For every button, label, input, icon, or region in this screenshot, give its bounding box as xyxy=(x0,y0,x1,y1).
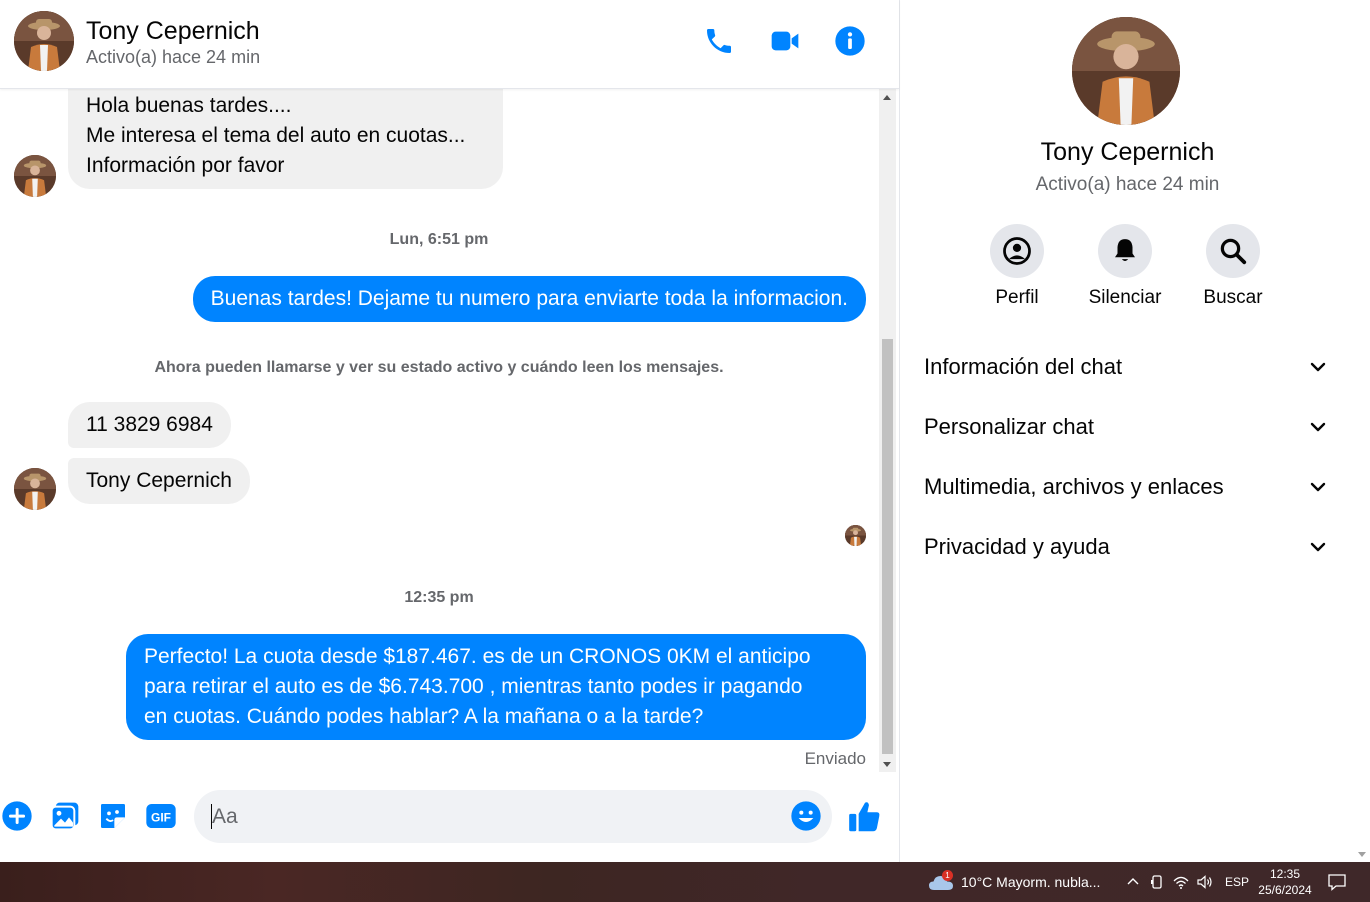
attach-image-button[interactable] xyxy=(48,799,82,833)
section-label: Privacidad y ayuda xyxy=(924,534,1110,559)
weather-widget[interactable]: 10°C Mayorm. nubla... xyxy=(961,874,1100,890)
clock-time: 12:35 xyxy=(1269,867,1301,881)
sender-avatar[interactable] xyxy=(14,468,56,510)
message-line: Hola buenas tardes.... xyxy=(86,94,292,117)
send-like-button[interactable] xyxy=(846,798,884,836)
device-icon[interactable] xyxy=(1148,873,1166,891)
message-timestamp: Lun, 6:51 pm xyxy=(389,231,489,248)
incoming-message[interactable]: 11 3829 6984 xyxy=(68,402,231,448)
section-label: Información del chat xyxy=(924,354,1123,379)
plus-icon xyxy=(2,801,32,831)
messenger-app: Tony Cepernich Activo(a) hace 24 min Hol… xyxy=(0,0,1370,862)
profile-action-label: Perfil xyxy=(995,287,1039,308)
emoji-icon xyxy=(791,801,821,831)
contact-profile-avatar[interactable] xyxy=(1072,17,1180,125)
message-input-wrapper[interactable] xyxy=(194,790,832,843)
section-label: Multimedia, archivos y enlaces xyxy=(924,474,1224,499)
wifi-icon[interactable] xyxy=(1172,873,1190,891)
section-chat-info[interactable]: Información del chat xyxy=(910,341,1342,393)
image-icon xyxy=(50,802,79,831)
emoji-button[interactable] xyxy=(790,800,822,832)
search-action[interactable]: Buscar xyxy=(1183,224,1283,309)
search-icon xyxy=(1220,238,1247,265)
info-scrollbar[interactable] xyxy=(1353,0,1370,862)
chevron-up-icon[interactable] xyxy=(1124,873,1142,891)
incoming-message[interactable]: Hola buenas tardes.... Me interesa el te… xyxy=(68,89,503,189)
incoming-message[interactable]: Tony Cepernich xyxy=(68,458,250,504)
mute-action[interactable]: Silenciar xyxy=(1075,224,1175,309)
input-language[interactable]: ESP xyxy=(1225,875,1249,889)
conversation-info-button[interactable] xyxy=(831,22,869,60)
call-button[interactable] xyxy=(700,22,738,60)
chevron-down-icon xyxy=(1310,362,1326,372)
outgoing-message[interactable]: Buenas tardes! Dejame tu numero para env… xyxy=(192,276,866,322)
chat-header: Tony Cepernich Activo(a) hace 24 min xyxy=(0,0,899,89)
scroll-down-arrow[interactable] xyxy=(1358,852,1366,857)
message-timestamp: 12:35 pm xyxy=(404,589,474,606)
section-privacy-support[interactable]: Privacidad y ayuda xyxy=(910,521,1342,573)
section-media-files-links[interactable]: Multimedia, archivos y enlaces xyxy=(910,461,1342,513)
text-caret xyxy=(211,804,212,829)
message-line: Me interesa el tema del auto en cuotas..… xyxy=(86,124,466,147)
video-call-button[interactable] xyxy=(766,22,804,60)
scroll-thumb[interactable] xyxy=(882,339,893,754)
chevron-down-icon xyxy=(1310,542,1326,552)
message-line: Perfecto! La cuota desde $187.467. es de… xyxy=(144,645,811,668)
contact-profile-status: Activo(a) hace 24 min xyxy=(1035,174,1220,195)
sender-avatar[interactable] xyxy=(14,155,56,197)
message-list[interactable]: Hola buenas tardes.... Me interesa el te… xyxy=(0,89,878,772)
mute-action-label: Silenciar xyxy=(1088,287,1162,308)
gif-label: GIF xyxy=(151,810,171,824)
section-label: Personalizar chat xyxy=(924,414,1094,439)
section-customize-chat[interactable]: Personalizar chat xyxy=(910,401,1342,453)
gif-icon: GIF xyxy=(146,804,176,828)
contact-name[interactable]: Tony Cepernich xyxy=(86,17,260,46)
clock-date: 25/6/2024 xyxy=(1258,883,1312,897)
video-icon xyxy=(771,31,799,51)
more-actions-button[interactable] xyxy=(0,799,34,833)
phone-icon xyxy=(707,29,731,53)
conversation-info-panel: Tony Cepernich Activo(a) hace 24 min Per… xyxy=(899,0,1370,862)
contact-status: Activo(a) hace 24 min xyxy=(86,47,261,67)
composer: GIF xyxy=(0,772,899,862)
profile-icon xyxy=(1003,237,1031,265)
system-clock[interactable]: 12:35 25/6/2024 xyxy=(1256,866,1314,898)
search-action-circle xyxy=(1206,224,1260,278)
sticker-icon xyxy=(101,804,125,828)
message-scrollbar[interactable] xyxy=(879,89,896,772)
volume-icon[interactable] xyxy=(1196,873,1214,891)
thumbs-up-icon xyxy=(849,802,880,832)
chevron-down-icon xyxy=(1310,422,1326,432)
system-notice: Ahora pueden llamarse y ver su estado ac… xyxy=(154,359,724,376)
mute-action-circle xyxy=(1098,224,1152,278)
contact-profile-name: Tony Cepernich xyxy=(1040,138,1215,166)
gif-button[interactable]: GIF xyxy=(144,799,178,833)
chat-panel: Tony Cepernich Activo(a) hace 24 min Hol… xyxy=(0,0,899,862)
scroll-down-arrow[interactable] xyxy=(883,762,891,767)
read-receipt-avatar xyxy=(845,525,866,546)
windows-taskbar: 1 10°C Mayorm. nubla... ESP 12:35 25/6/2… xyxy=(0,862,1370,902)
message-line: en cuotas. Cuándo podes hablar? A la mañ… xyxy=(144,705,704,728)
bell-icon xyxy=(1115,239,1135,261)
outgoing-message[interactable]: Perfecto! La cuota desde $187.467. es de… xyxy=(126,634,866,740)
sticker-button[interactable] xyxy=(96,799,130,833)
message-line: Información por favor xyxy=(86,154,285,177)
contact-avatar[interactable] xyxy=(14,11,74,71)
notification-icon[interactable] xyxy=(1327,872,1347,892)
chevron-down-icon xyxy=(1310,482,1326,492)
search-action-label: Buscar xyxy=(1203,287,1263,308)
profile-action[interactable]: Perfil xyxy=(967,224,1067,309)
scroll-up-arrow[interactable] xyxy=(883,95,891,100)
profile-action-circle xyxy=(990,224,1044,278)
weather-alert-badge: 1 xyxy=(942,870,953,881)
message-line: para retirar el auto es de $6.743.700 , … xyxy=(144,675,803,698)
message-input[interactable] xyxy=(212,790,782,843)
info-icon xyxy=(835,26,865,56)
sent-status: Enviado xyxy=(804,749,866,768)
